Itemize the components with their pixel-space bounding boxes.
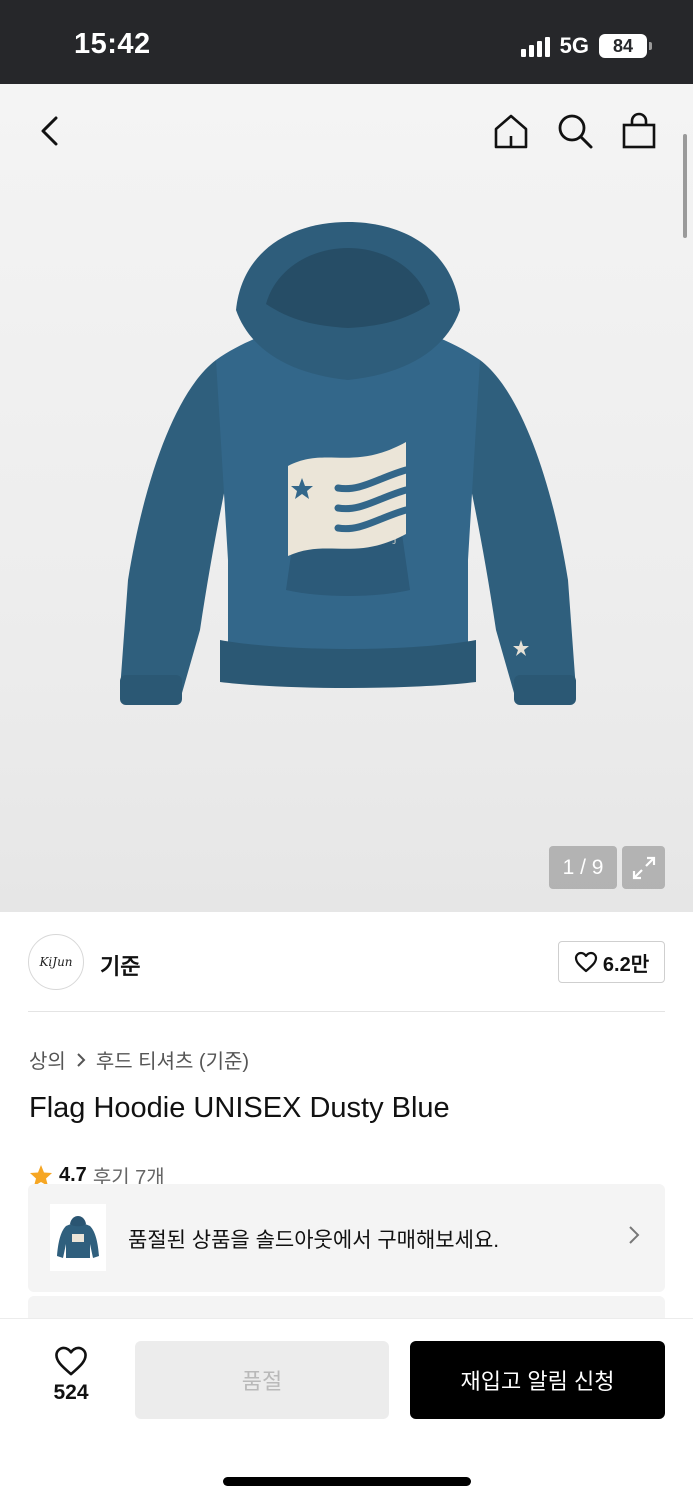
divider [28, 1011, 665, 1012]
image-counter: 1 / 9 [549, 846, 617, 889]
brand-logo[interactable]: KiJun [28, 934, 84, 990]
brand-like-count: 6.2만 [602, 953, 650, 976]
expand-button[interactable] [622, 846, 665, 889]
status-indicators: 5G 84 [520, 33, 652, 59]
svg-text:J: J [392, 535, 396, 544]
soldout-banner[interactable]: 품절된 상품을 솔드아웃에서 구매해보세요. [28, 1184, 665, 1292]
expand-icon [632, 856, 655, 879]
wishlist-button[interactable]: 524 [40, 1345, 102, 1405]
network-type: 5G [559, 33, 589, 58]
brand-row[interactable]: KiJun 기준 6.2만 [28, 932, 665, 992]
signal-icon [520, 35, 550, 57]
battery-icon: 84 [599, 34, 652, 58]
brand-logo-text: KiJun [39, 955, 73, 969]
heart-icon [574, 951, 597, 973]
search-icon[interactable] [556, 112, 594, 150]
soldout-button[interactable]: 품절 [135, 1341, 389, 1419]
status-time: 15:42 [74, 28, 151, 60]
breadcrumb-subcategory[interactable]: 후드 티셔츠 (기준) [96, 1045, 249, 1074]
brand-name[interactable]: 기준 [100, 949, 140, 981]
status-bar: 15:42 5G 84 [0, 0, 693, 84]
restock-alert-button[interactable]: 재입고 알림 신청 [410, 1341, 665, 1419]
chevron-right-icon [629, 1226, 640, 1244]
breadcrumb: 상의 후드 티셔츠 (기준) [29, 1045, 249, 1074]
hoodie-thumbnail-image [57, 1215, 99, 1258]
wishlist-count: 524 [53, 1381, 89, 1404]
soldout-banner-text: 품절된 상품을 솔드아웃에서 구매해보세요. [128, 1229, 500, 1252]
breadcrumb-category[interactable]: 상의 [29, 1045, 66, 1074]
heart-icon [55, 1346, 87, 1376]
soldout-thumbnail [50, 1204, 106, 1271]
svg-text:K: K [392, 526, 399, 535]
chevron-right-icon [77, 1052, 86, 1067]
product-image-hoodie: K J [120, 222, 576, 705]
chevron-left-icon[interactable] [32, 112, 70, 150]
battery-level: 84 [612, 35, 634, 56]
shopping-bag-icon[interactable] [620, 112, 658, 150]
scrollbar[interactable] [683, 134, 687, 238]
bottom-action-bar: 524 품절 재입고 알림 신청 [0, 1318, 693, 1500]
home-icon[interactable] [492, 112, 530, 150]
brand-like-button[interactable]: 6.2만 [558, 941, 665, 983]
home-indicator[interactable] [223, 1477, 471, 1486]
product-title: Flag Hoodie UNISEX Dusty Blue [29, 1092, 450, 1124]
product-image-gallery[interactable]: K J 1 / 9 [0, 84, 693, 912]
